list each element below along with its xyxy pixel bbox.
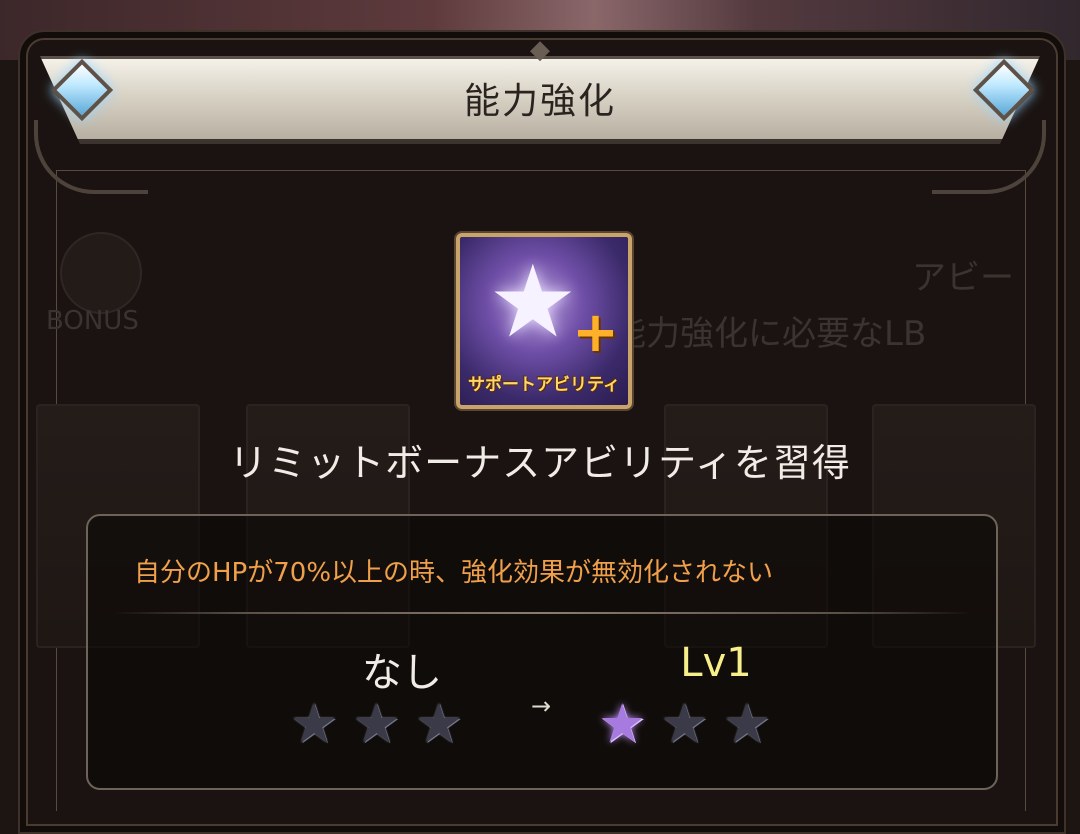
support-ability-star-plus-icon: ★ + サポートアビリティ (456, 233, 632, 409)
empty-star-icon: ★ (660, 692, 709, 755)
background-bonus-badge (60, 232, 142, 314)
background-bonus-label: BONUS (46, 306, 139, 336)
plus-icon: + (572, 300, 619, 365)
ability-icon-caption: サポートアビリティ (468, 375, 620, 395)
ability-name: リミットボーナスアビリティを習得 (229, 441, 851, 485)
star-rating-after: ★ ★ ★ (598, 694, 771, 754)
empty-star-icon: ★ (722, 692, 772, 755)
star-icon: ★ (488, 243, 578, 360)
empty-star-icon: ★ (352, 692, 401, 755)
background-ability-label: アビー (912, 258, 1014, 298)
level-before: なし (362, 650, 442, 696)
background-requirement-text: 能力強化に必要なLB (612, 314, 927, 354)
empty-star-icon: ★ (414, 692, 464, 755)
right-arrow-icon: → (530, 692, 552, 720)
dialog-title: 能力強化 (463, 81, 616, 122)
level-after: Lv1 (680, 640, 752, 686)
empty-star-icon: ★ (290, 692, 339, 755)
crest-ornament-icon: ◆ (530, 35, 550, 65)
ability-detail-box: 自分のHPが70%以上の時、強化効果が無効化されない なし → Lv1 ★ ★ ★ … (86, 514, 998, 790)
ability-description: 自分のHPが70%以上の時、強化効果が無効化されない (134, 558, 774, 588)
filled-star-icon: ★ (598, 692, 647, 755)
star-rating-before: ★ ★ ★ (290, 694, 463, 754)
divider (112, 612, 972, 614)
